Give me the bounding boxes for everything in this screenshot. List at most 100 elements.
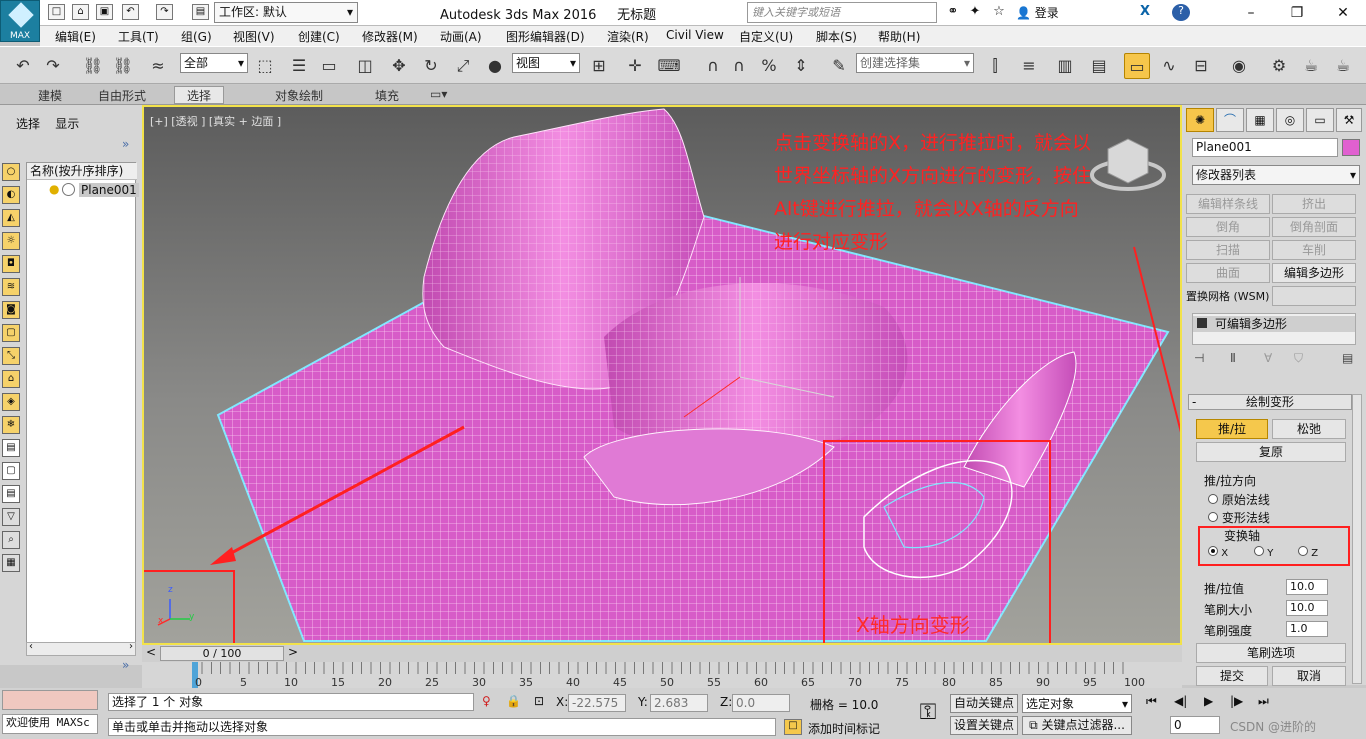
- bind-space-warp-icon[interactable]: ≈: [145, 53, 171, 79]
- rect-selection-icon[interactable]: ▭: [316, 53, 342, 79]
- ribbon-options-icon[interactable]: ▭▾: [430, 87, 447, 101]
- brush-size-field[interactable]: 10.0: [1286, 600, 1328, 616]
- geometry-filter-icon[interactable]: ◐: [2, 186, 20, 204]
- bones-filter-icon[interactable]: ⌂: [2, 370, 20, 388]
- window-crossing-icon[interactable]: ◫: [352, 53, 378, 79]
- set-key-button[interactable]: 设置关键点: [950, 716, 1018, 735]
- new-file-icon[interactable]: □: [48, 4, 65, 20]
- link-icon[interactable]: ⛓: [80, 53, 106, 79]
- perspective-viewport[interactable]: [+] [透视 ] [真实 + 边面 ] 点击变换轴的X，进行推拉时，就会以世界…: [142, 105, 1182, 645]
- select-manipulate-icon[interactable]: ✛: [622, 53, 648, 79]
- revert-button[interactable]: 复原: [1196, 442, 1346, 462]
- display-all-icon[interactable]: ○: [2, 163, 20, 181]
- groups-filter-icon[interactable]: ▢: [2, 324, 20, 342]
- workspace-select[interactable]: 工作区: 默认: [214, 2, 358, 23]
- x-coord-field[interactable]: -22.575: [568, 694, 626, 712]
- utilities-tab-icon[interactable]: ⚒: [1336, 108, 1362, 132]
- curve-editor-icon[interactable]: ∿: [1156, 53, 1182, 79]
- tab-object-paint[interactable]: 对象绘制: [275, 87, 323, 104]
- modify-tab-icon[interactable]: ⌒: [1216, 108, 1244, 132]
- move-icon[interactable]: ✥: [386, 53, 412, 79]
- subscription-icon[interactable]: ✦: [966, 4, 984, 21]
- rollout-collapse-icon[interactable]: -: [1192, 395, 1196, 409]
- tab-populate[interactable]: 填充: [375, 87, 399, 104]
- search-input[interactable]: 键入关键字或短语: [747, 2, 937, 23]
- empty-modifier-button[interactable]: [1272, 286, 1356, 306]
- relax-button[interactable]: 松弛: [1272, 419, 1346, 439]
- menu-civil-view[interactable]: Civil View: [666, 28, 724, 42]
- key-filters-button[interactable]: ⧉ 关键点过滤器...: [1022, 716, 1132, 735]
- render-production-icon[interactable]: ☕: [1330, 53, 1356, 79]
- y-coord-field[interactable]: 2.683: [650, 694, 708, 712]
- menu-graph-editors[interactable]: 图形编辑器(D): [506, 28, 585, 45]
- pin-stack-icon[interactable]: ⊣: [1194, 351, 1204, 365]
- redo-icon[interactable]: ↷: [40, 53, 66, 79]
- deformed-normals-option[interactable]: 变形法线: [1208, 509, 1270, 526]
- explorer-select-menu[interactable]: 选择: [16, 117, 40, 131]
- sweep-button[interactable]: 扫描: [1186, 240, 1270, 260]
- lightbulb-icon[interactable]: ●: [49, 182, 59, 196]
- toggle-ribbon-icon[interactable]: ▤: [1086, 53, 1112, 79]
- deformed-normals-radio[interactable]: [1208, 512, 1218, 522]
- percent-snap-icon[interactable]: %: [756, 53, 782, 79]
- show-end-result-icon[interactable]: Ⅱ: [1230, 351, 1236, 365]
- cameras-filter-icon[interactable]: ◘: [2, 255, 20, 273]
- brush-options-button[interactable]: 笔刷选项: [1196, 643, 1346, 663]
- tab-modeling[interactable]: 建模: [38, 87, 62, 104]
- scroll-left-icon[interactable]: ‹: [29, 641, 33, 652]
- selected-object-dropdown[interactable]: 选定对象: [1022, 694, 1132, 713]
- menu-help[interactable]: 帮助(H): [878, 28, 920, 45]
- make-unique-icon[interactable]: ∀: [1264, 351, 1272, 365]
- configure-sets-icon[interactable]: ▤: [1342, 351, 1353, 365]
- menu-tools[interactable]: 工具(T): [118, 28, 159, 45]
- snap-toggle-icon[interactable]: ∩: [700, 53, 726, 79]
- sort-icon[interactable]: ▤: [2, 485, 20, 503]
- maxscript-listener-pink[interactable]: [2, 690, 98, 710]
- push-pull-button[interactable]: 推/拉: [1196, 419, 1268, 439]
- create-tab-icon[interactable]: ✺: [1186, 108, 1214, 132]
- original-normals-radio[interactable]: [1208, 494, 1218, 504]
- scroll-right-icon[interactable]: ›: [129, 641, 133, 652]
- placement-icon[interactable]: ●: [482, 53, 508, 79]
- menu-views[interactable]: 视图(V): [233, 28, 275, 45]
- layer-explorer-icon[interactable]: ▥: [1052, 53, 1078, 79]
- hidden-filter-icon[interactable]: ▤: [2, 439, 20, 457]
- goto-start-icon[interactable]: ⏮: [1146, 694, 1157, 709]
- filter-funnel-icon[interactable]: ▽: [2, 508, 20, 526]
- redo-icon[interactable]: ↷: [156, 4, 173, 20]
- auto-key-button[interactable]: 自动关键点: [950, 694, 1018, 713]
- menu-customize[interactable]: 自定义(U): [739, 28, 793, 45]
- helpers-filter-icon[interactable]: ≋: [2, 278, 20, 296]
- extrude-button[interactable]: 挤出: [1272, 194, 1356, 214]
- containers-filter-icon[interactable]: ◈: [2, 393, 20, 411]
- scene-explorer-icon[interactable]: ▭: [1124, 53, 1150, 79]
- xrefs-filter-icon[interactable]: ⤡: [2, 347, 20, 365]
- selection-filter-dropdown[interactable]: 全部: [180, 53, 248, 73]
- current-frame-field[interactable]: 0: [1170, 716, 1220, 734]
- spacewarps-filter-icon[interactable]: ◙: [2, 301, 20, 319]
- help-icon[interactable]: ?: [1172, 4, 1190, 21]
- column-header-name[interactable]: 名称(按升序排序): [27, 163, 137, 180]
- keyboard-shortcut-icon[interactable]: ⌨: [656, 53, 682, 79]
- stack-item-editable-poly[interactable]: 可编辑多边形: [1193, 316, 1355, 332]
- mirror-icon[interactable]: ⫿: [982, 53, 1008, 79]
- z-coord-field[interactable]: 0.0: [732, 694, 790, 712]
- bevel-profile-button[interactable]: 倒角剖面: [1272, 217, 1356, 237]
- schematic-view-icon[interactable]: ⊟: [1188, 53, 1214, 79]
- prev-frame-icon[interactable]: <: [146, 645, 156, 659]
- object-name-field[interactable]: Plane001: [1192, 138, 1338, 157]
- exchange-apps-icon[interactable]: X: [1136, 4, 1154, 21]
- open-file-icon[interactable]: ⌂: [72, 4, 89, 20]
- bevel-button[interactable]: 倒角: [1186, 217, 1270, 237]
- next-key-icon[interactable]: |▶: [1230, 694, 1243, 708]
- menu-edit[interactable]: 编辑(E): [55, 28, 96, 45]
- list-item[interactable]: ● Plane001: [47, 182, 139, 199]
- render-frame-icon[interactable]: ☕: [1298, 53, 1324, 79]
- edit-named-selection-icon[interactable]: ✎: [826, 53, 852, 79]
- original-normals-option[interactable]: 原始法线: [1208, 491, 1270, 508]
- goto-end-icon[interactable]: ⏭: [1258, 694, 1269, 709]
- isolate-icon[interactable]: ♀: [482, 694, 491, 708]
- undo-icon[interactable]: ↶: [10, 53, 36, 79]
- viewport-label[interactable]: [+] [透视 ] [真实 + 边面 ]: [150, 113, 281, 129]
- find-icon[interactable]: ⌕: [2, 531, 20, 549]
